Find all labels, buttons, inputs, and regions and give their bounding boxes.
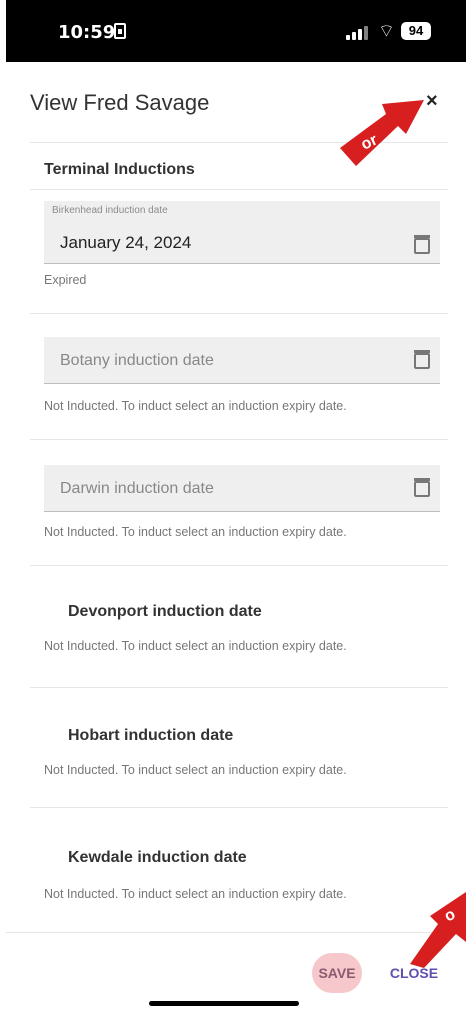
annotation-arrow-top: or [340, 100, 424, 166]
terminal-inductions-panel: Terminal Inductions Birkenhead induction… [30, 142, 448, 933]
status-time: 10:59 [58, 22, 116, 43]
kewdale-date-field[interactable]: Kewdale induction date [68, 849, 247, 867]
dialog-footer: SAVE CLOSE [6, 932, 466, 1009]
battery-indicator: 94 [401, 22, 431, 40]
divider [30, 189, 448, 190]
birkenhead-date-field[interactable]: Birkenhead induction date January 24, 20… [44, 201, 440, 264]
divider [30, 807, 448, 808]
hobart-status: Not Inducted. To induct select an induct… [44, 763, 347, 777]
wifi-icon: ⌔ [378, 21, 395, 41]
botany-date-field[interactable]: Botany induction date [44, 337, 440, 384]
field-placeholder: Botany induction date [60, 352, 214, 369]
calendar-icon[interactable] [414, 235, 430, 254]
devonport-status: Not Inducted. To induct select an induct… [44, 639, 347, 653]
field-value: January 24, 2024 [60, 233, 192, 252]
app-frame: 10:59 ⌔ 94 View Fred Savage × Terminal I… [6, 0, 466, 1009]
home-indicator [149, 1001, 299, 1006]
darwin-date-field[interactable]: Darwin induction date [44, 465, 440, 512]
devonport-date-field[interactable]: Devonport induction date [68, 603, 262, 621]
divider [30, 687, 448, 688]
divider [30, 313, 448, 314]
lock-icon [114, 23, 126, 39]
birkenhead-status: Expired [44, 273, 87, 287]
kewdale-status: Not Inducted. To induct select an induct… [44, 887, 347, 901]
hobart-date-field[interactable]: Hobart induction date [68, 727, 233, 745]
divider [30, 439, 448, 440]
calendar-icon[interactable] [414, 478, 430, 497]
field-placeholder: Darwin induction date [60, 480, 214, 497]
field-label: Birkenhead induction date [52, 205, 168, 216]
signal-icon [346, 24, 368, 40]
save-button[interactable]: SAVE [312, 953, 362, 993]
dialog-title: View Fred Savage [30, 90, 210, 115]
botany-status: Not Inducted. To induct select an induct… [44, 399, 347, 413]
calendar-icon[interactable] [414, 350, 430, 369]
status-bar: 10:59 ⌔ 94 [6, 0, 466, 62]
section-title: Terminal Inductions [44, 161, 195, 178]
divider [30, 565, 448, 566]
darwin-status: Not Inducted. To induct select an induct… [44, 525, 347, 539]
annotation-arrow-bottom: o [410, 892, 466, 968]
